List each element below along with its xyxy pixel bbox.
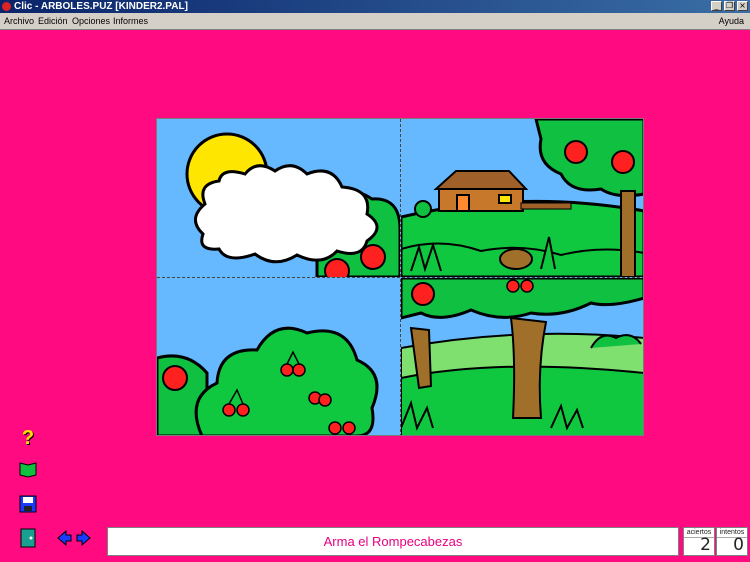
tree-image (401, 278, 643, 435)
minimize-button[interactable]: _ (711, 1, 722, 11)
puzzle-piece-tree[interactable] (401, 278, 643, 435)
bush-image (157, 278, 400, 435)
title-bar: Clic - ARBOLES.PUZ [KINDER2.PAL] _ ❐ × (0, 0, 750, 13)
house-image (401, 119, 643, 277)
puzzle-seam-horizontal (157, 277, 643, 278)
aciertos-value: 2 (700, 535, 711, 555)
help-button[interactable]: ? (16, 426, 40, 450)
menu-informes[interactable]: Informes (113, 13, 148, 29)
question-mark-icon: ? (21, 426, 35, 449)
info-button[interactable] (16, 458, 40, 482)
menu-opciones[interactable]: Opciones (72, 13, 110, 29)
navigation (56, 530, 92, 546)
message-box: Arma el Rompecabezas (107, 527, 679, 556)
intentos-value: 0 (733, 535, 744, 555)
flag-icon (19, 462, 37, 478)
restore-button[interactable]: ❐ (724, 1, 735, 11)
window-title: Clic - ARBOLES.PUZ [KINDER2.PAL] (14, 1, 188, 12)
door-icon (20, 528, 36, 548)
sun-cloud-image (157, 119, 400, 277)
menu-ayuda[interactable]: Ayuda (719, 13, 744, 29)
message-text: Arma el Rompecabezas (323, 534, 463, 549)
intentos-counter: intentos 0 (716, 527, 748, 556)
menu-bar: Archivo Edición Opciones Informes Ayuda (0, 13, 750, 30)
menu-archivo[interactable]: Archivo (4, 13, 34, 29)
puzzle-piece-bush[interactable] (157, 278, 400, 435)
puzzle-board (156, 118, 644, 436)
floppy-disk-icon (19, 495, 37, 513)
previous-arrow-icon[interactable] (56, 530, 72, 546)
menu-edicion[interactable]: Edición (38, 13, 68, 29)
puzzle-piece-sun-cloud[interactable] (157, 119, 400, 277)
aciertos-counter: aciertos 2 (683, 527, 715, 556)
save-button[interactable] (16, 492, 40, 516)
puzzle-piece-house[interactable] (401, 119, 643, 277)
exit-button[interactable] (16, 526, 40, 550)
app-icon[interactable] (2, 2, 11, 11)
close-button[interactable]: × (737, 1, 748, 11)
next-arrow-icon[interactable] (76, 530, 92, 546)
